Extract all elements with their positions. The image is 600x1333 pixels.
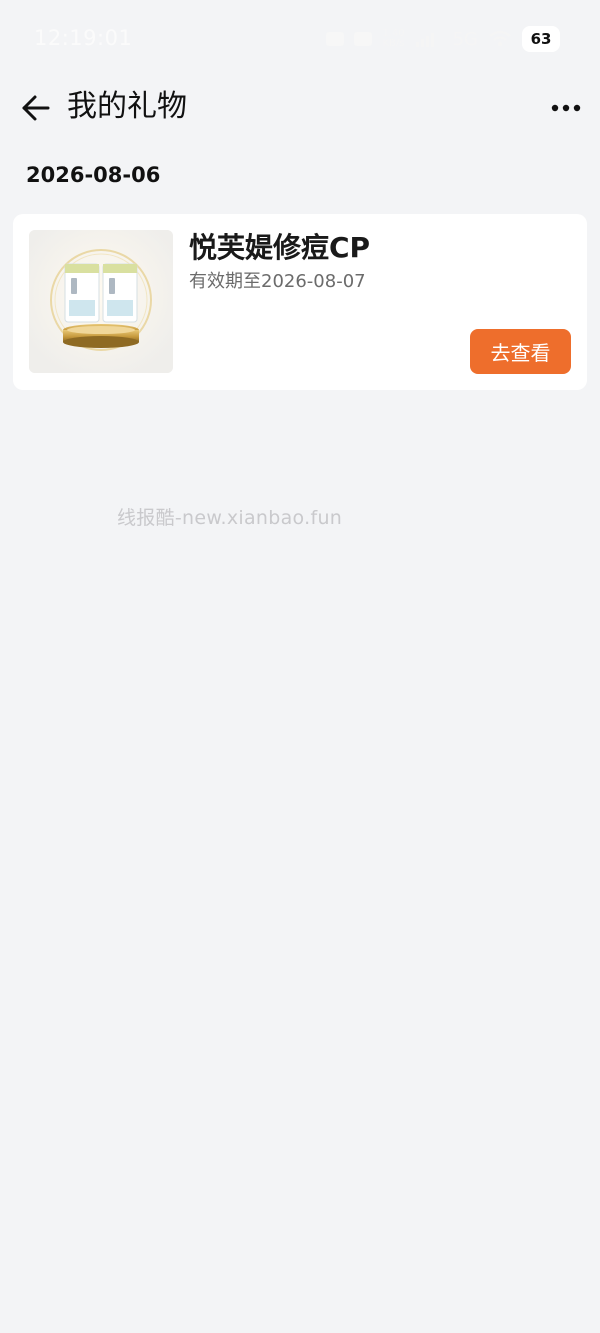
network-speed: 1.40 KB/s xyxy=(382,29,404,49)
alert-icon xyxy=(354,32,373,46)
battery-level: 63 xyxy=(522,26,560,52)
arrow-left-icon xyxy=(22,95,50,121)
product-image xyxy=(29,230,173,373)
wifi-icon xyxy=(489,30,511,47)
page-header: 我的礼物 xyxy=(0,78,600,138)
network-type: 5G xyxy=(452,28,478,50)
product-illustration xyxy=(29,230,173,373)
section-date: 2026-08-06 xyxy=(26,163,161,187)
status-bar: 12:19:01 1.40 KB/s 5G 63 xyxy=(0,0,600,76)
more-dots-icon xyxy=(551,104,581,112)
page-title: 我的礼物 xyxy=(67,89,187,124)
notification-icon xyxy=(326,32,345,46)
watermark-text: 线报酷-new.xianbao.fun xyxy=(117,507,343,529)
more-button[interactable] xyxy=(550,94,582,122)
view-gift-button[interactable]: 去查看 xyxy=(470,329,571,374)
status-time: 12:19:01 xyxy=(34,26,133,50)
network-speed-unit: KB/s xyxy=(382,38,405,49)
gift-list-screen: 12:19:01 1.40 KB/s 5G 63 我的礼物 2026-08-06… xyxy=(0,0,600,1333)
status-icons: 1.40 KB/s 5G 63 xyxy=(326,26,560,52)
back-button[interactable] xyxy=(18,90,54,126)
gift-card[interactable]: 悦芙媞修痘CP 有效期至2026-08-07 去查看 xyxy=(13,214,587,390)
gift-name: 悦芙媞修痘CP xyxy=(189,231,371,264)
gift-expiry: 有效期至2026-08-07 xyxy=(189,271,366,292)
signal-icon xyxy=(415,33,434,47)
